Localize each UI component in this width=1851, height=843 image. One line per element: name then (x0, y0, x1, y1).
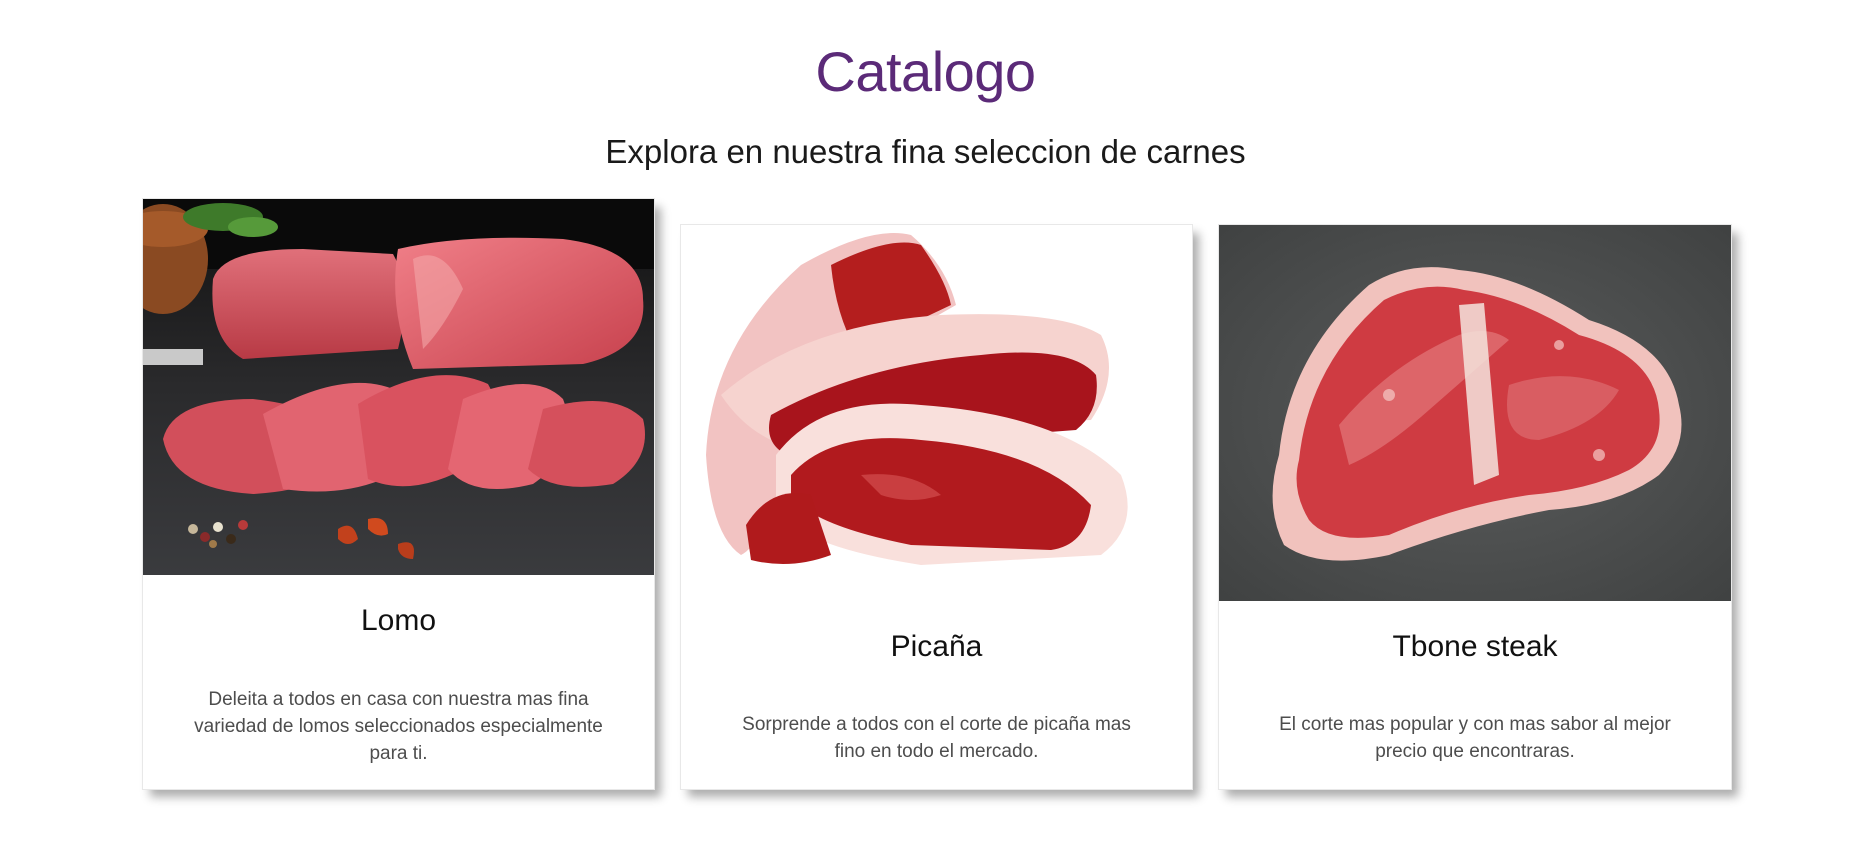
page-subtitle: Explora en nuestra fina seleccion de car… (605, 133, 1246, 170)
product-name: Picaña (890, 630, 983, 663)
product-card-picana[interactable]: Picaña Sorprende a todos con el corte de… (680, 224, 1193, 790)
product-card-tbone[interactable]: Tbone steak El corte mas popular y con m… (1218, 224, 1732, 790)
product-name: Lomo (360, 604, 437, 637)
catalog-page: Catalogo Explora en nuestra fina selecci… (0, 0, 1851, 843)
picana-photo[interactable] (681, 225, 1192, 601)
tbone-photo[interactable] (1219, 225, 1731, 601)
product-card-lomo[interactable]: Lomo Deleita a todos en casa con nuestra… (142, 198, 655, 790)
lomo-photo[interactable] (143, 199, 654, 575)
product-description: El corte mas popular y con mas sabor al … (1279, 714, 1671, 762)
product-description: Sorprende a todos con el corte de picaña… (742, 714, 1131, 762)
product-name: Tbone steak (1392, 630, 1558, 663)
page-title: Catalogo (815, 40, 1036, 103)
product-description: Deleita a todos en casa con nuestra mas … (194, 689, 603, 764)
